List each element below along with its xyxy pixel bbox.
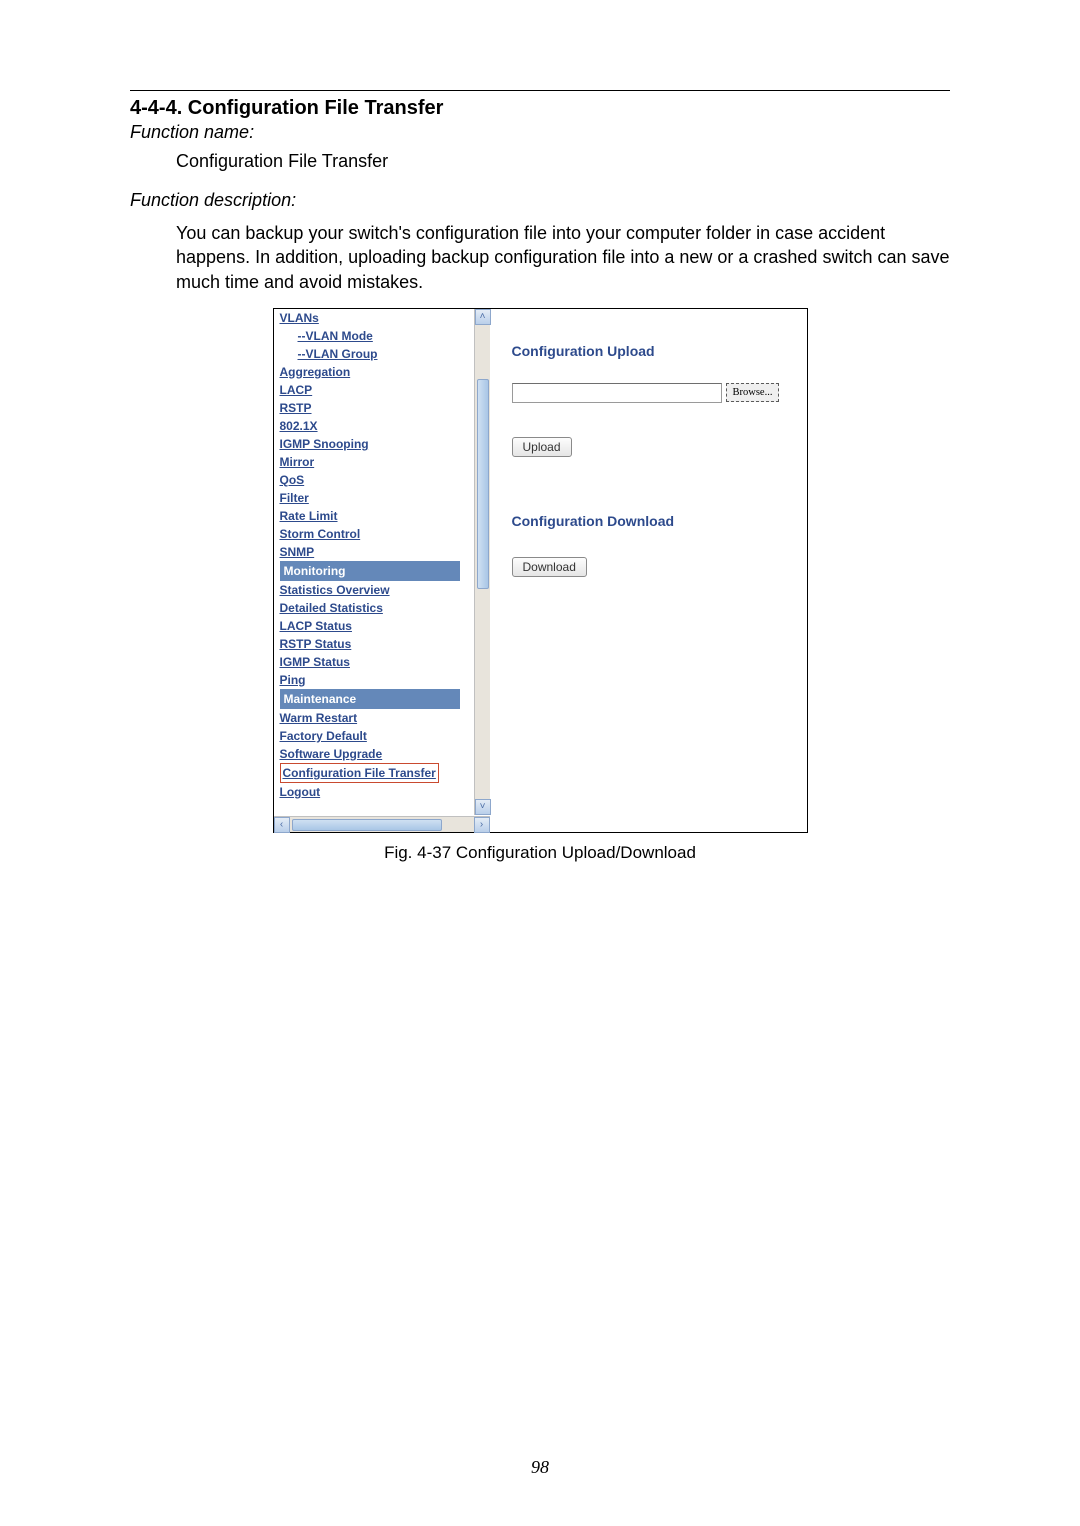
sidebar-item-detailed-statistics[interactable]: Detailed Statistics: [280, 599, 490, 617]
sidebar-item-mirror[interactable]: Mirror: [280, 453, 490, 471]
upload-button[interactable]: Upload: [512, 437, 572, 457]
scroll-thumb-horizontal[interactable]: [292, 819, 442, 831]
sidebar-item-lacp-status[interactable]: LACP Status: [280, 617, 490, 635]
content-pane: Configuration Upload Browse... Upload Co…: [490, 309, 807, 832]
function-description-label: Function description:: [130, 190, 950, 211]
sidebar-item-aggregation[interactable]: Aggregation: [280, 363, 490, 381]
sidebar-horizontal-scrollbar[interactable]: ‹ ›: [274, 816, 490, 832]
embedded-screenshot: VLANs --VLAN Mode --VLAN Group Aggregati…: [273, 308, 808, 833]
configuration-upload-title: Configuration Upload: [512, 343, 785, 359]
sidebar-item-igmp-status[interactable]: IGMP Status: [280, 653, 490, 671]
download-button[interactable]: Download: [512, 557, 587, 577]
function-name-label: Function name:: [130, 122, 950, 143]
configuration-download-title: Configuration Download: [512, 513, 785, 529]
sidebar-item-software-upgrade[interactable]: Software Upgrade: [280, 745, 490, 763]
section-title: 4-4-4. Configuration File Transfer: [130, 97, 950, 120]
sidebar-header-maintenance: Maintenance: [280, 689, 460, 709]
sidebar-item-ping[interactable]: Ping: [280, 671, 490, 689]
sidebar-item-statistics-overview[interactable]: Statistics Overview: [280, 581, 490, 599]
sidebar-item-vlans[interactable]: VLANs: [280, 309, 490, 327]
function-name-value: Configuration File Transfer: [176, 151, 950, 172]
sidebar: VLANs --VLAN Mode --VLAN Group Aggregati…: [274, 309, 490, 832]
sidebar-item-filter[interactable]: Filter: [280, 489, 490, 507]
scroll-up-icon[interactable]: ˄: [475, 309, 491, 325]
upload-file-input[interactable]: [512, 383, 722, 403]
page-number: 98: [0, 1457, 1080, 1478]
sidebar-item-logout[interactable]: Logout: [280, 783, 490, 801]
scroll-left-icon[interactable]: ‹: [274, 817, 290, 833]
scroll-right-icon[interactable]: ›: [474, 817, 490, 833]
sidebar-vertical-scrollbar[interactable]: ˄ ˅: [474, 309, 490, 815]
sidebar-item-storm-control[interactable]: Storm Control: [280, 525, 490, 543]
figure-caption: Fig. 4-37 Configuration Upload/Download: [130, 843, 950, 863]
sidebar-item-snmp[interactable]: SNMP: [280, 543, 490, 561]
sidebar-item-rstp[interactable]: RSTP: [280, 399, 490, 417]
sidebar-item-vlan-mode[interactable]: --VLAN Mode: [280, 327, 490, 345]
function-description-text: You can backup your switch's configurati…: [176, 221, 950, 294]
sidebar-item-lacp[interactable]: LACP: [280, 381, 490, 399]
scroll-thumb-vertical[interactable]: [477, 379, 489, 589]
browse-button[interactable]: Browse...: [726, 383, 780, 402]
sidebar-item-rate-limit[interactable]: Rate Limit: [280, 507, 490, 525]
sidebar-item-factory-default[interactable]: Factory Default: [280, 727, 490, 745]
sidebar-header-monitoring: Monitoring: [280, 561, 460, 581]
scroll-down-icon[interactable]: ˅: [475, 799, 491, 815]
sidebar-item-igmp-snooping[interactable]: IGMP Snooping: [280, 435, 490, 453]
sidebar-item-qos[interactable]: QoS: [280, 471, 490, 489]
sidebar-item-warm-restart[interactable]: Warm Restart: [280, 709, 490, 727]
sidebar-item-rstp-status[interactable]: RSTP Status: [280, 635, 490, 653]
sidebar-item-configuration-file-transfer[interactable]: Configuration File Transfer: [280, 763, 439, 783]
sidebar-item-vlan-group[interactable]: --VLAN Group: [280, 345, 490, 363]
sidebar-item-8021x[interactable]: 802.1X: [280, 417, 490, 435]
